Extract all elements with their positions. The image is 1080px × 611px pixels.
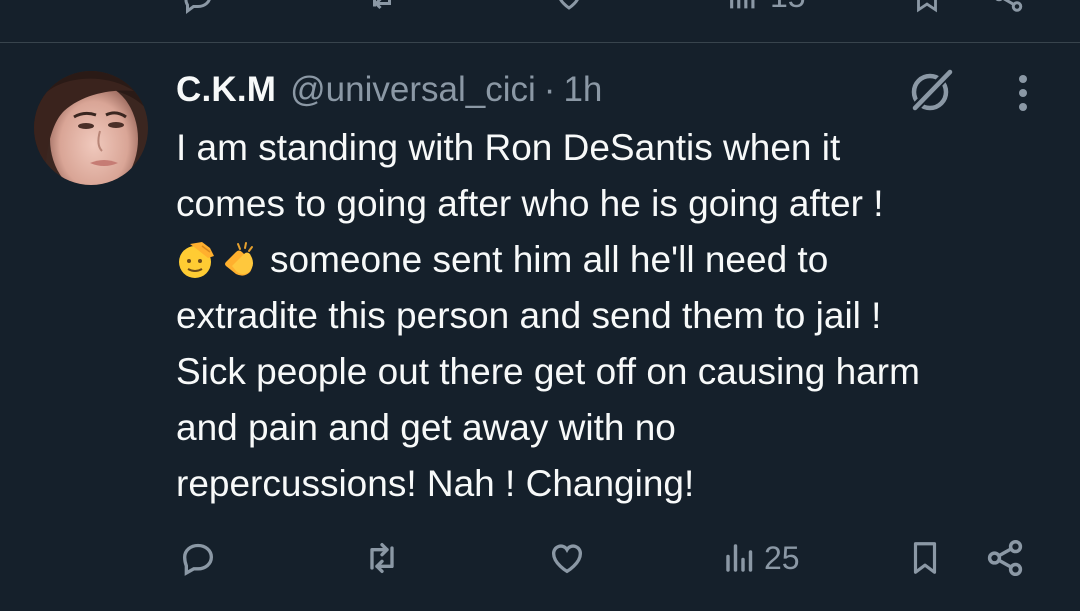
reply-button[interactable] xyxy=(178,530,224,586)
heart-icon xyxy=(552,544,582,574)
bookmark-icon[interactable] xyxy=(910,0,944,16)
author-handle[interactable]: @universal_cici xyxy=(290,70,536,110)
tweet-text-line: and pain and get away with no xyxy=(176,407,676,448)
repost-button[interactable] xyxy=(360,530,410,586)
previous-views-count: 15 xyxy=(770,0,806,15)
more-options-button[interactable] xyxy=(1010,72,1036,114)
clapping-hands-emoji xyxy=(218,240,258,280)
tweet-text-line: Sick people out there get off on causing… xyxy=(176,351,920,392)
tweet-timestamp[interactable]: 1h xyxy=(563,70,602,110)
repost-icon xyxy=(370,543,394,573)
tweet-text-line: comes to going after who he is going aft… xyxy=(176,183,884,224)
tweet-text-line-rest: someone sent him all he'll need to xyxy=(270,239,829,280)
saluting-face-emoji xyxy=(176,240,216,280)
profile-photo-icon xyxy=(34,71,148,185)
reply-icon[interactable] xyxy=(180,0,216,14)
bookmark-button[interactable] xyxy=(906,530,944,586)
share-button[interactable] xyxy=(984,530,1026,586)
tweet-text: I am standing with Ron DeSantis when it … xyxy=(176,120,1056,512)
tweet-text-line: I am standing with Ron DeSantis when it xyxy=(176,127,841,168)
views-icon xyxy=(726,544,753,572)
views-button[interactable]: 25 xyxy=(722,530,800,586)
grok-icon xyxy=(909,68,953,114)
author-display-name[interactable]: C.K.M xyxy=(176,70,276,110)
views-stat[interactable]: 15 xyxy=(726,0,806,15)
tweet-text-line: extradite this person and send them to j… xyxy=(176,295,882,336)
tweet-divider xyxy=(0,42,1080,43)
avatar[interactable] xyxy=(34,71,148,185)
tweet-text-line: someone sent him all he'll need to xyxy=(176,232,1056,288)
heart-icon[interactable] xyxy=(550,0,588,14)
tweet-text-line: repercussions! Nah ! Changing! xyxy=(176,463,695,504)
like-button[interactable] xyxy=(546,530,594,586)
share-icon xyxy=(987,539,1023,577)
previous-tweet-actions: 15 xyxy=(0,0,1080,18)
grok-button[interactable] xyxy=(903,66,957,116)
views-count: 25 xyxy=(764,539,800,576)
more-vertical-icon xyxy=(1019,75,1027,111)
views-icon xyxy=(730,0,755,8)
reply-icon xyxy=(182,543,214,576)
share-icon[interactable] xyxy=(990,0,1026,14)
header-separator: · xyxy=(543,70,556,109)
tweet-header: C.K.M @universal_cici · 1h xyxy=(176,68,602,112)
bookmark-icon xyxy=(913,542,937,574)
repost-icon[interactable] xyxy=(362,0,402,14)
tweet-actions: 25 xyxy=(0,530,1080,586)
